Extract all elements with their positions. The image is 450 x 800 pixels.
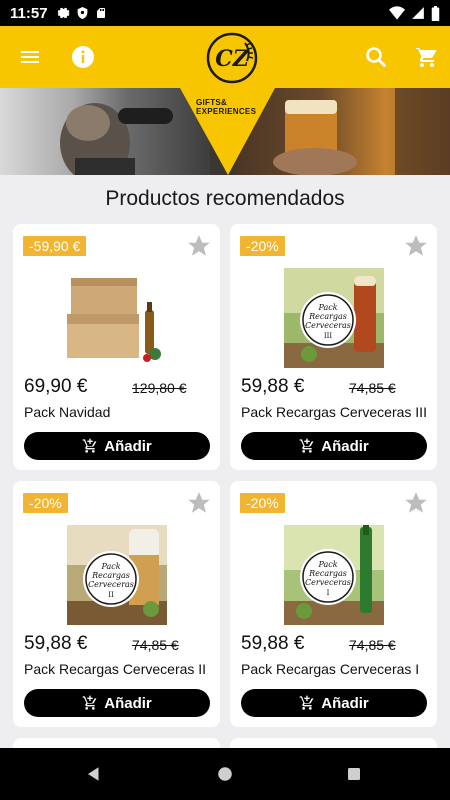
- back-button[interactable]: [82, 762, 106, 786]
- pack-label-line3: Cerveceras: [88, 580, 134, 589]
- add-button-label: Añadir: [104, 437, 152, 455]
- product-image[interactable]: Pack Recargas Cerveceras II: [67, 525, 167, 625]
- cart-icon: [416, 47, 437, 67]
- product-card[interactable]: -20% Pack Recargas Cerveceras II 59,88 €…: [13, 481, 220, 727]
- add-button-label: Añadir: [321, 694, 369, 712]
- discount-badge: -20%: [23, 493, 68, 513]
- home-icon: [218, 767, 232, 781]
- brand-logo[interactable]: CZ: [205, 31, 259, 85]
- product-price: 59,88 €: [241, 633, 305, 654]
- recents-button[interactable]: [342, 762, 366, 786]
- pack-label-line2: Recargas: [308, 569, 347, 578]
- add-to-cart-button[interactable]: Añadir: [24, 689, 210, 717]
- system-nav-bar: [0, 748, 450, 800]
- menu-icon: [21, 51, 39, 63]
- product-card[interactable]: -20% Pack Recargas Cerveceras III 59,88 …: [230, 224, 437, 470]
- wifi-icon: [389, 6, 405, 20]
- back-icon: [88, 767, 99, 781]
- add-to-cart-button[interactable]: Añadir: [241, 432, 427, 460]
- main-content[interactable]: Productos recomendados -59,90 € 69,90 € …: [0, 175, 450, 748]
- product-card[interactable]: -59,90 € 69,90 € 129,80 € Pack Navidad A…: [13, 224, 220, 470]
- settings-icon: [57, 7, 69, 19]
- product-name[interactable]: Pack Recargas Cerveceras III: [241, 404, 427, 420]
- product-card[interactable]: -20% Pack Recargas Cerveceras I 59,88 € …: [230, 481, 437, 727]
- banner-line2: EXPERIENCES: [196, 107, 257, 116]
- pack-label-number: III: [324, 332, 333, 340]
- search-icon: [366, 47, 386, 67]
- favorite-star-icon[interactable]: [186, 490, 212, 516]
- product-old-price: 129,80 €: [132, 380, 187, 396]
- product-image[interactable]: Pack Recargas Cerveceras I: [284, 525, 384, 625]
- add-cart-icon: [299, 438, 314, 453]
- product-card-partial[interactable]: [13, 738, 220, 748]
- info-icon: [72, 46, 94, 68]
- add-button-label: Añadir: [104, 694, 152, 712]
- product-old-price: 74,85 €: [132, 637, 179, 653]
- battery-icon: [431, 5, 440, 21]
- banner-line1: GIFTS&: [196, 98, 228, 107]
- pack-label-number: II: [108, 591, 114, 599]
- sd-card-icon: [96, 8, 105, 18]
- recents-icon: [348, 768, 360, 780]
- menu-button[interactable]: [10, 37, 50, 77]
- signal-icon: [412, 7, 424, 19]
- pack-label-line1: Pack: [317, 560, 337, 569]
- search-button[interactable]: [356, 37, 396, 77]
- add-to-cart-button[interactable]: Añadir: [241, 689, 427, 717]
- product-price: 59,88 €: [24, 633, 88, 654]
- pack-label-line1: Pack: [317, 303, 337, 312]
- product-name[interactable]: Pack Recargas Cerveceras II: [24, 661, 206, 677]
- add-to-cart-button[interactable]: Añadir: [24, 432, 210, 460]
- status-time: 11:57: [10, 4, 48, 22]
- discount-badge: -59,90 €: [23, 236, 87, 256]
- product-card-partial[interactable]: [230, 738, 437, 748]
- section-title: Productos recomendados: [105, 187, 345, 210]
- pack-label-line2: Recargas: [308, 312, 347, 321]
- discount-badge: -20%: [240, 493, 285, 513]
- pack-label-line3: Cerveceras: [305, 578, 351, 587]
- promo-banner[interactable]: GIFTS& EXPERIENCES: [0, 88, 450, 175]
- add-cart-icon: [82, 695, 97, 710]
- info-button[interactable]: [63, 37, 103, 77]
- add-cart-icon: [82, 438, 97, 453]
- pack-label-line2: Recargas: [91, 571, 130, 580]
- pack-label-line1: Pack: [100, 562, 120, 571]
- favorite-star-icon[interactable]: [403, 490, 429, 516]
- home-button[interactable]: [213, 762, 237, 786]
- favorite-star-icon[interactable]: [403, 233, 429, 259]
- pack-label-number: I: [327, 589, 330, 597]
- product-name[interactable]: Pack Navidad: [24, 404, 110, 420]
- product-old-price: 74,85 €: [349, 637, 396, 653]
- logo-text: CZ: [215, 46, 250, 72]
- product-old-price: 74,85 €: [349, 380, 396, 396]
- favorite-star-icon[interactable]: [186, 233, 212, 259]
- add-cart-icon: [299, 695, 314, 710]
- product-image[interactable]: [67, 268, 167, 368]
- shield-icon: [77, 7, 87, 19]
- status-bar: 11:57: [0, 0, 450, 26]
- product-price: 69,90 €: [24, 376, 88, 397]
- app-bar: CZ: [0, 26, 450, 88]
- product-image[interactable]: Pack Recargas Cerveceras III: [284, 268, 384, 368]
- logo-icon: CZ: [206, 32, 258, 84]
- pack-label-line3: Cerveceras: [305, 321, 351, 330]
- cart-button[interactable]: [407, 37, 447, 77]
- product-name[interactable]: Pack Recargas Cerveceras I: [241, 661, 419, 677]
- banner-tagline: GIFTS& EXPERIENCES: [196, 98, 256, 116]
- discount-badge: -20%: [240, 236, 285, 256]
- product-price: 59,88 €: [241, 376, 305, 397]
- add-button-label: Añadir: [321, 437, 369, 455]
